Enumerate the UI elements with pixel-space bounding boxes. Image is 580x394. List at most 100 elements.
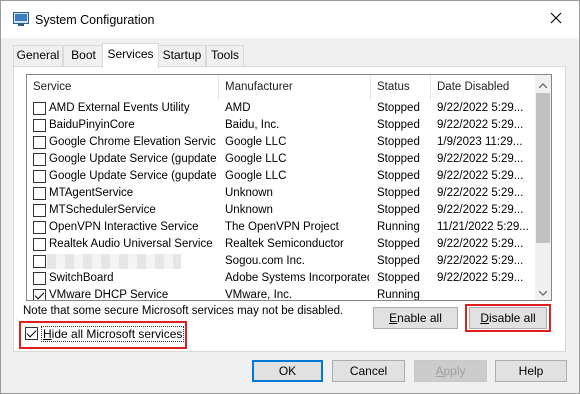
help-button[interactable]: Help bbox=[495, 360, 567, 382]
secure-services-note: Note that some secure Microsoft services… bbox=[23, 305, 344, 317]
service-manufacturer: Sogou.com Inc. bbox=[225, 255, 305, 267]
apply-mnemonic: A bbox=[435, 364, 444, 378]
table-row[interactable]: Google Chrome Elevation Servic... Google… bbox=[27, 134, 537, 151]
service-name: SwitchBoard bbox=[49, 272, 114, 284]
service-manufacturer: The OpenVPN Project bbox=[225, 221, 339, 233]
service-manufacturer: Adobe Systems Incorporated bbox=[225, 272, 369, 284]
service-checkbox[interactable] bbox=[33, 204, 46, 217]
tab-services[interactable]: Services bbox=[102, 43, 159, 68]
table-row[interactable]: Realtek Audio Universal Service Realtek … bbox=[27, 236, 537, 253]
service-date-disabled: 9/22/2022 5:29... bbox=[437, 204, 524, 216]
service-status: Running bbox=[377, 221, 420, 233]
service-manufacturer: Realtek Semiconductor bbox=[225, 238, 344, 250]
close-icon bbox=[550, 12, 562, 27]
service-checkbox[interactable] bbox=[33, 119, 46, 132]
table-row[interactable]: MTSchedulerService Unknown Stopped 9/22/… bbox=[27, 202, 537, 219]
column-header-date-disabled[interactable]: Date Disabled bbox=[431, 75, 537, 100]
window-title: System Configuration bbox=[35, 13, 155, 27]
service-name: Realtek Audio Universal Service bbox=[49, 238, 213, 250]
table-row[interactable]: BaiduPinyinCore Baidu, Inc. Stopped 9/22… bbox=[27, 117, 537, 134]
service-manufacturer: Google LLC bbox=[225, 170, 287, 182]
service-name: OpenVPN Interactive Service bbox=[49, 221, 199, 233]
scroll-up-button[interactable] bbox=[535, 75, 551, 92]
service-manufacturer: Unknown bbox=[225, 187, 273, 199]
service-status: Stopped bbox=[377, 204, 420, 216]
scroll-thumb[interactable] bbox=[536, 93, 550, 243]
service-date-disabled: 9/22/2022 5:29... bbox=[437, 170, 524, 182]
table-row[interactable]: Google Update Service (gupdate) Google L… bbox=[27, 151, 537, 168]
service-checkbox[interactable] bbox=[33, 136, 46, 149]
apply-label: pply bbox=[443, 364, 466, 378]
service-name: VMware DHCP Service bbox=[49, 289, 169, 301]
tab-general[interactable]: General bbox=[13, 45, 63, 66]
tab-boot[interactable]: Boot bbox=[63, 45, 104, 66]
table-row[interactable]: VMware DHCP Service VMware, Inc. Running bbox=[27, 287, 537, 301]
service-checkbox[interactable] bbox=[33, 289, 46, 300]
service-checkbox[interactable] bbox=[33, 238, 46, 251]
column-header-manufacturer[interactable]: Manufacturer bbox=[219, 75, 371, 100]
service-status: Stopped bbox=[377, 187, 420, 199]
tab-tools[interactable]: Tools bbox=[206, 45, 244, 66]
service-checkbox[interactable] bbox=[33, 272, 46, 285]
service-manufacturer: Baidu, Inc. bbox=[225, 119, 280, 131]
cancel-button[interactable]: Cancel bbox=[332, 360, 405, 382]
service-checkbox[interactable] bbox=[33, 102, 46, 115]
service-status: Stopped bbox=[377, 170, 420, 182]
services-list[interactable]: Service Manufacturer Status Date Disable… bbox=[26, 74, 552, 301]
vertical-scrollbar[interactable] bbox=[535, 75, 551, 300]
column-header-status[interactable]: Status bbox=[371, 75, 431, 100]
tab-startup[interactable]: Startup bbox=[158, 45, 206, 66]
table-row[interactable]: Google Update Service (gupdatem) Google … bbox=[27, 168, 537, 185]
service-name: Google Chrome Elevation Servic... bbox=[49, 136, 217, 148]
service-checkbox[interactable] bbox=[33, 221, 46, 234]
service-status: Stopped bbox=[377, 102, 420, 114]
enable-all-button[interactable]: Enable all bbox=[373, 307, 458, 329]
disable-all-highlight bbox=[465, 304, 551, 332]
service-status: Stopped bbox=[377, 238, 420, 250]
service-name: MTSchedulerService bbox=[49, 204, 156, 216]
service-date-disabled: 1/9/2023 11:29... bbox=[437, 136, 523, 148]
service-name: AMD External Events Utility bbox=[49, 102, 190, 114]
service-checkbox[interactable] bbox=[33, 255, 46, 268]
service-status: Stopped bbox=[377, 272, 420, 284]
service-status: Stopped bbox=[377, 119, 420, 131]
service-manufacturer: Unknown bbox=[225, 204, 273, 216]
service-date-disabled bbox=[437, 287, 537, 300]
table-row[interactable]: OpenVPN Interactive Service The OpenVPN … bbox=[27, 219, 537, 236]
service-date-disabled: 9/22/2022 5:29... bbox=[437, 187, 524, 199]
service-name: BaiduPinyinCore bbox=[49, 119, 135, 131]
service-checkbox[interactable] bbox=[33, 170, 46, 183]
service-manufacturer: VMware, Inc. bbox=[225, 289, 293, 301]
service-checkbox[interactable] bbox=[33, 153, 46, 166]
table-row[interactable]: Sogou.com Inc. Stopped 9/22/2022 5:29... bbox=[27, 253, 537, 270]
service-manufacturer: Google LLC bbox=[225, 153, 287, 165]
service-checkbox[interactable] bbox=[33, 187, 46, 200]
service-name: MTAgentService bbox=[49, 187, 134, 199]
ok-button[interactable]: OK bbox=[252, 360, 323, 382]
chevron-up-icon bbox=[538, 77, 548, 91]
close-button[interactable] bbox=[533, 1, 579, 38]
scroll-down-button[interactable] bbox=[535, 283, 551, 300]
hide-ms-highlight bbox=[19, 321, 187, 349]
service-name: Google Update Service (gupdate) bbox=[49, 153, 217, 165]
column-headers: Service Manufacturer Status Date Disable… bbox=[27, 75, 537, 100]
system-config-icon bbox=[13, 12, 29, 26]
apply-button[interactable]: Apply bbox=[414, 360, 487, 382]
service-manufacturer: AMD bbox=[225, 102, 251, 114]
table-row[interactable]: MTAgentService Unknown Stopped 9/22/2022… bbox=[27, 185, 537, 202]
service-manufacturer: Google LLC bbox=[225, 136, 287, 148]
system-configuration-window: System Configuration General Boot Servic… bbox=[0, 0, 580, 394]
enable-all-label: nable all bbox=[397, 311, 442, 325]
service-date-disabled: 9/22/2022 5:29... bbox=[437, 255, 524, 267]
title-bar[interactable]: System Configuration bbox=[1, 1, 579, 38]
service-date-disabled: 9/22/2022 5:29... bbox=[437, 102, 524, 114]
service-date-disabled: 11/21/2022 5:29... bbox=[437, 221, 529, 233]
service-status: Stopped bbox=[377, 136, 420, 148]
column-header-service[interactable]: Service bbox=[27, 75, 219, 100]
service-name: Google Update Service (gupdatem) bbox=[49, 170, 217, 182]
table-row[interactable]: SwitchBoard Adobe Systems Incorporated S… bbox=[27, 270, 537, 287]
service-date-disabled: 9/22/2022 5:29... bbox=[437, 272, 524, 284]
table-row[interactable]: AMD External Events Utility AMD Stopped … bbox=[27, 100, 537, 117]
chevron-down-icon bbox=[538, 285, 548, 299]
enable-all-mnemonic: E bbox=[389, 311, 398, 325]
